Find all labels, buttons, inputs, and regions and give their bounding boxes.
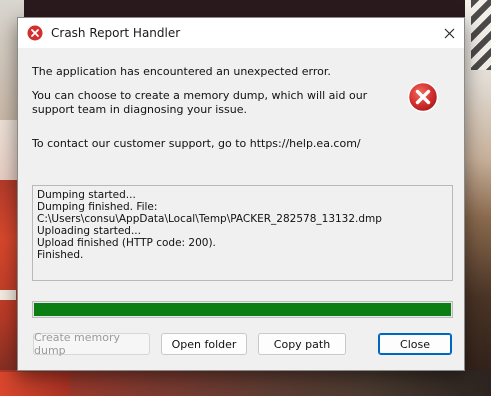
log-line: Dumping started... xyxy=(37,189,136,201)
background-bottom-left-block xyxy=(0,372,70,396)
log-line: Finished. xyxy=(37,249,84,261)
error-message: The application has encountered an unexp… xyxy=(32,65,331,78)
progress-bar xyxy=(32,301,453,318)
copy-path-button[interactable]: Copy path xyxy=(258,333,346,355)
support-contact-text: To contact our customer support, go to h… xyxy=(32,137,361,150)
close-icon[interactable] xyxy=(434,18,464,48)
background-right-strap xyxy=(471,0,491,70)
window-title: Crash Report Handler xyxy=(51,26,181,40)
background-left-mark-small xyxy=(0,290,16,300)
progress-bar-fill xyxy=(34,303,451,316)
close-button[interactable]: Close xyxy=(378,333,452,355)
error-icon xyxy=(407,81,439,113)
error-icon xyxy=(27,25,43,41)
title-bar[interactable]: Crash Report Handler xyxy=(18,18,464,48)
open-folder-button[interactable]: Open folder xyxy=(161,333,247,355)
log-line: Upload finished (HTTP code: 200). xyxy=(37,237,216,249)
crash-report-dialog: Crash Report Handler The application has… xyxy=(17,17,465,371)
create-memory-dump-button[interactable]: Create memory dump xyxy=(33,331,150,357)
log-line: Dumping finished. File: xyxy=(37,201,158,213)
log-line: C:\Users\consu\AppData\Local\Temp\PACKER… xyxy=(37,213,382,225)
log-output[interactable]: Dumping started... Dumping finished. Fil… xyxy=(32,185,453,281)
memory-dump-description: You can choose to create a memory dump, … xyxy=(32,89,368,116)
background-left-mark xyxy=(0,120,18,180)
dialog-content: The application has encountered an unexp… xyxy=(18,48,464,371)
background-bottom-strip xyxy=(0,370,491,396)
log-line: Uploading started... xyxy=(37,225,141,237)
